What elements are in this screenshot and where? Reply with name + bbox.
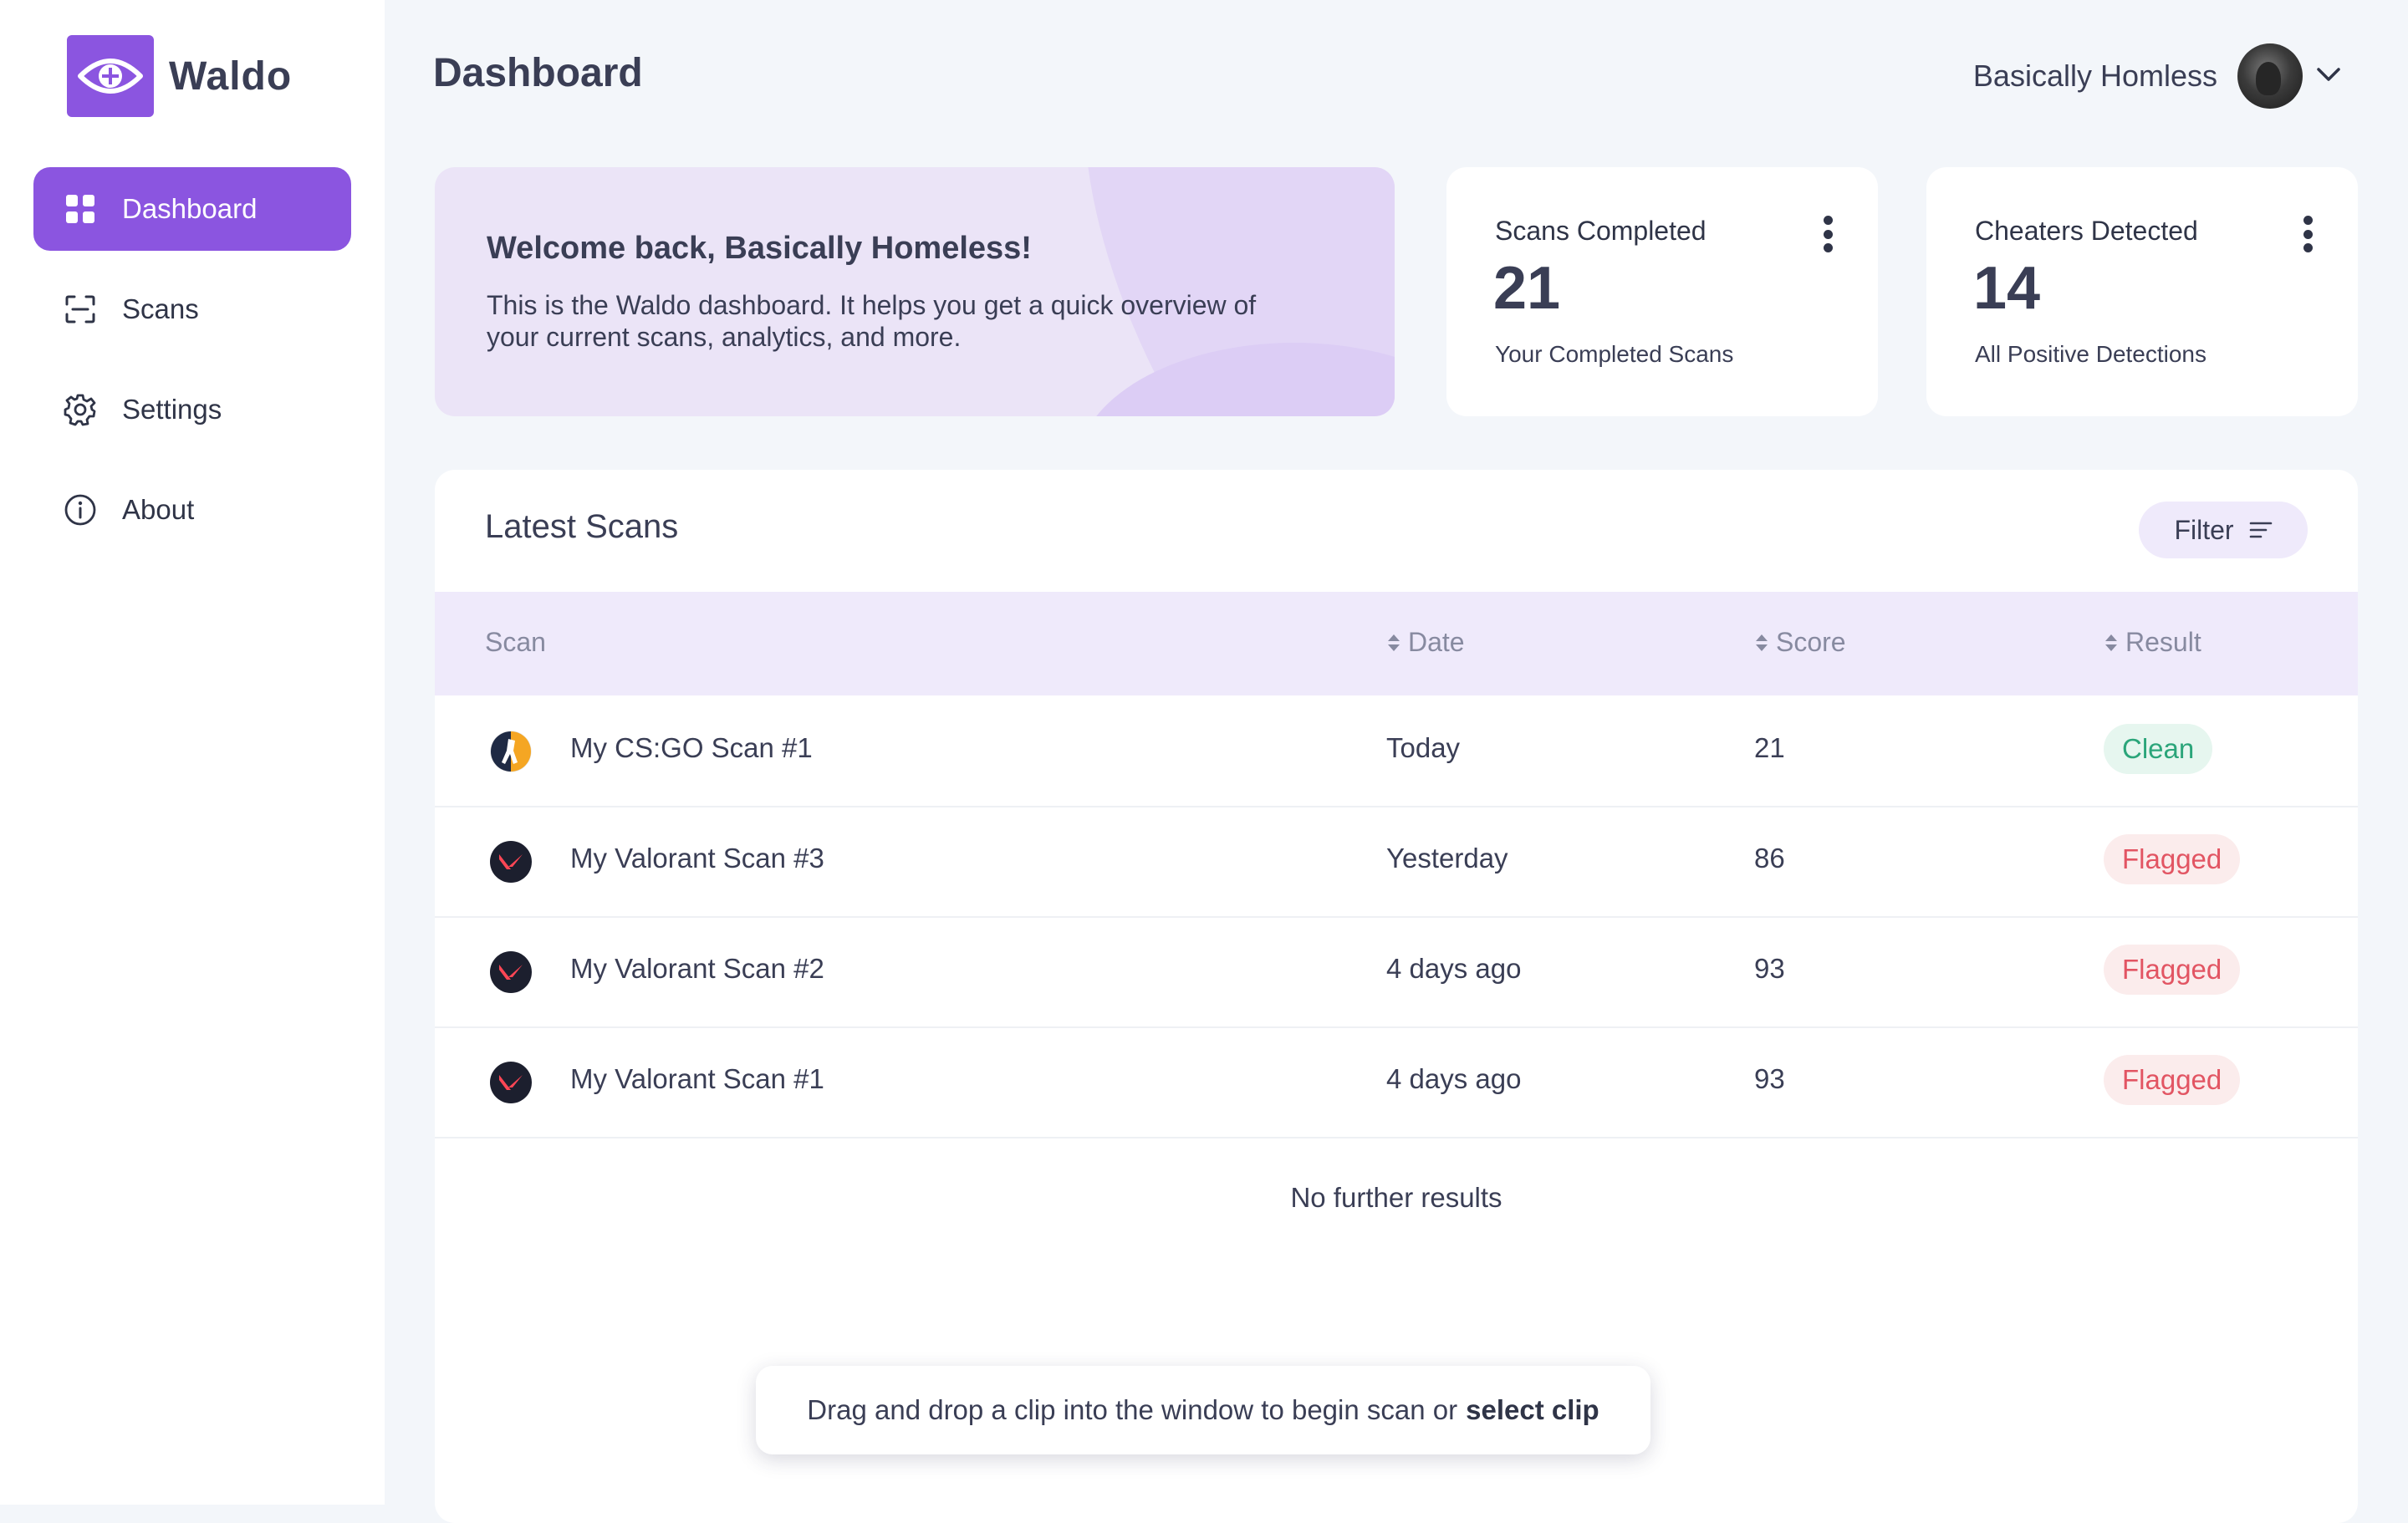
status-badge: Flagged	[2104, 1055, 2241, 1105]
welcome-card: Welcome back, Basically Homeless! This i…	[435, 167, 1395, 416]
welcome-title: Welcome back, Basically Homeless!	[487, 231, 1032, 266]
select-clip-link[interactable]: select clip	[1466, 1394, 1599, 1426]
grid-icon	[64, 192, 97, 226]
stat-subtitle: All Positive Detections	[1975, 341, 2207, 367]
user-name: Basically Homless	[1972, 59, 2217, 93]
scan-icon	[64, 293, 97, 326]
scan-score: 93	[1754, 1063, 1785, 1094]
sidebar-item-dashboard[interactable]: Dashboard	[33, 167, 351, 251]
stat-card-scans-completed: Scans Completed 21 Your Completed Scans	[1446, 167, 1878, 416]
scan-date: Today	[1386, 732, 1461, 763]
info-icon	[64, 493, 97, 527]
column-label: Date	[1408, 627, 1465, 657]
sidebar-item-about[interactable]: About	[33, 468, 351, 552]
more-options-icon[interactable]	[2299, 216, 2316, 252]
filter-lines-icon	[2249, 521, 2273, 539]
scan-date: 4 days ago	[1386, 953, 1522, 984]
app-name: Waldo	[169, 53, 293, 99]
stat-value: 14	[1973, 255, 2041, 322]
scan-name: My CS:GO Scan #1	[570, 732, 813, 763]
latest-scans-panel: Latest Scans Filter Scan Date Score Resu…	[435, 470, 2358, 1523]
chevron-down-icon[interactable]	[2316, 66, 2341, 87]
page-title: Dashboard	[433, 51, 643, 95]
panel-title: Latest Scans	[485, 508, 679, 545]
sidebar-item-label: Settings	[122, 394, 222, 425]
scan-name: My Valorant Scan #2	[570, 953, 824, 984]
empty-results-text: No further results	[1290, 1182, 1502, 1213]
sidebar-item-label: Scans	[122, 293, 199, 324]
waldo-eye-logo-icon	[67, 35, 154, 117]
avatar[interactable]	[2237, 43, 2303, 109]
stat-value: 21	[1493, 255, 1561, 322]
column-header-date[interactable]: Date	[1386, 627, 1465, 658]
filter-label: Filter	[2174, 514, 2234, 545]
sidebar-item-label: About	[122, 494, 195, 525]
sidebar-item-settings[interactable]: Settings	[33, 368, 351, 451]
welcome-text: This is the Waldo dashboard. It helps yo…	[487, 290, 1257, 352]
scan-date: Yesterday	[1386, 843, 1508, 874]
table-row[interactable]: My Valorant Scan #2 4 days ago 93 Flagge…	[435, 916, 2358, 1028]
user-menu[interactable]: Basically Homless	[1973, 43, 2341, 109]
more-options-icon[interactable]	[1819, 216, 1836, 252]
column-label: Score	[1776, 627, 1846, 657]
sidebar-item-label: Dashboard	[122, 193, 258, 224]
sort-icon	[1386, 633, 1401, 653]
status-badge: Flagged	[2104, 834, 2241, 884]
column-header-result[interactable]: Result	[2104, 627, 2201, 658]
drop-zone-hint[interactable]: Drag and drop a clip into the window to …	[756, 1366, 1650, 1454]
scan-name: My Valorant Scan #3	[570, 843, 824, 874]
scan-date: 4 days ago	[1386, 1063, 1522, 1094]
brand[interactable]: Waldo	[67, 35, 292, 117]
sort-icon	[1754, 633, 1769, 653]
valorant-icon	[490, 951, 532, 993]
sidebar-item-scans[interactable]: Scans	[33, 267, 351, 351]
scan-score: 86	[1754, 843, 1785, 874]
gear-icon	[64, 393, 97, 426]
stat-label: Cheaters Detected	[1975, 216, 2198, 246]
table-row[interactable]: My Valorant Scan #3 Yesterday 86 Flagged	[435, 806, 2358, 918]
valorant-icon	[490, 841, 532, 883]
stat-subtitle: Your Completed Scans	[1495, 341, 1734, 367]
welcome-decoration	[1077, 343, 1395, 416]
column-header-scan: Scan	[485, 627, 546, 658]
valorant-icon	[490, 1062, 532, 1103]
stat-label: Scans Completed	[1495, 216, 1707, 246]
column-header-score[interactable]: Score	[1754, 627, 1846, 658]
csgo-icon	[490, 731, 532, 772]
scan-name: My Valorant Scan #1	[570, 1063, 824, 1094]
column-label: Result	[2125, 627, 2201, 657]
status-badge: Flagged	[2104, 945, 2241, 995]
sort-icon	[2104, 633, 2119, 653]
column-label: Scan	[485, 627, 546, 657]
scan-score: 21	[1754, 732, 1785, 763]
sidebar: Waldo Dashboard Scans Settings About	[0, 0, 385, 1505]
stat-card-cheaters-detected: Cheaters Detected 14 All Positive Detect…	[1926, 167, 2358, 416]
table-row[interactable]: My CS:GO Scan #1 Today 21 Clean	[435, 695, 2358, 807]
table-header: Scan Date Score Result	[435, 592, 2358, 695]
sidebar-nav: Dashboard Scans Settings About	[33, 167, 351, 568]
filter-button[interactable]: Filter	[2139, 502, 2308, 558]
status-badge: Clean	[2104, 724, 2213, 774]
scan-score: 93	[1754, 953, 1785, 984]
table-row[interactable]: My Valorant Scan #1 4 days ago 93 Flagge…	[435, 1026, 2358, 1138]
drop-hint-text: Drag and drop a clip into the window to …	[807, 1394, 1458, 1425]
